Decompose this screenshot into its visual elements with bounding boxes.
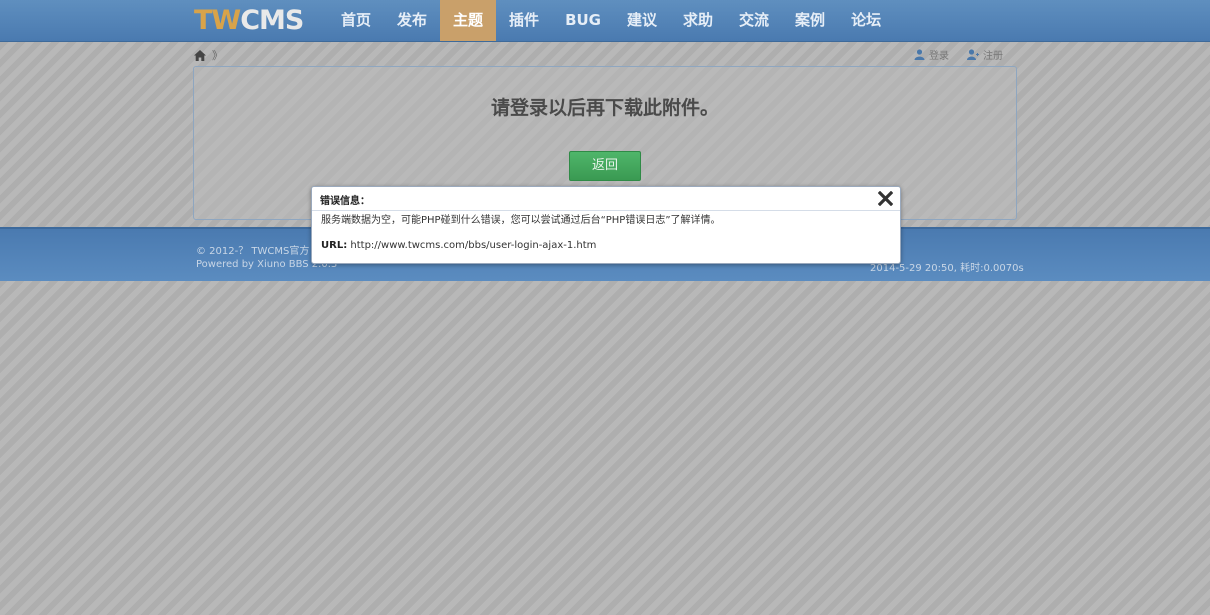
nav-item-bug[interactable]: BUG [552, 0, 614, 41]
site-logo[interactable]: TWCMS [194, 6, 304, 36]
breadcrumb: 》 [194, 46, 223, 64]
dialog-message: 服务端数据为空，可能PHP碰到什么错误，您可以尝试通过后台“PHP错误日志”了解… [321, 215, 721, 226]
nav-item-forum[interactable]: 论坛 [838, 0, 894, 41]
nav-item-cases[interactable]: 案例 [782, 0, 838, 41]
dialog-header: 错误信息： [312, 187, 900, 211]
nav-item-plugins[interactable]: 插件 [496, 0, 552, 41]
login-label: 登录 [929, 51, 949, 62]
user-links: 登录 注册 [914, 47, 1003, 62]
dialog-url-value: http://www.twcms.com/bbs/user-login-ajax… [350, 240, 597, 251]
register-link[interactable]: 注册 [967, 47, 1003, 62]
login-required-message: 请登录以后再下载此附件。 [490, 97, 719, 119]
login-link[interactable]: 登录 [914, 47, 949, 62]
nav-item-suggest[interactable]: 建议 [614, 0, 670, 41]
close-icon[interactable] [877, 190, 894, 207]
nav-item-publish[interactable]: 发布 [384, 0, 440, 41]
register-label: 注册 [983, 51, 1003, 62]
dialog-title: 错误信息： [320, 196, 370, 207]
dialog-url-label: URL: [321, 240, 348, 251]
nav-item-home[interactable]: 首页 [328, 0, 384, 41]
add-user-icon [967, 49, 979, 60]
nav-item-discuss[interactable]: 交流 [726, 0, 782, 41]
home-icon[interactable] [194, 49, 206, 61]
nav-item-themes[interactable]: 主题 [440, 0, 497, 41]
top-navbar: TWCMS 首页 发布 主题 插件 BUG 建议 求助 交流 案例 论坛 [0, 0, 1210, 42]
back-button[interactable]: 返回 [569, 151, 641, 181]
breadcrumb-separator: 》 [212, 49, 223, 62]
nav-item-help[interactable]: 求助 [670, 0, 726, 41]
dialog-url-line: URL: http://www.twcms.com/bbs/user-login… [321, 240, 596, 251]
main-nav: 首页 发布 主题 插件 BUG 建议 求助 交流 案例 论坛 [328, 0, 894, 41]
user-icon [914, 49, 925, 60]
error-dialog: 错误信息： 服务端数据为空，可能PHP碰到什么错误，您可以尝试通过后台“PHP错… [311, 186, 901, 264]
